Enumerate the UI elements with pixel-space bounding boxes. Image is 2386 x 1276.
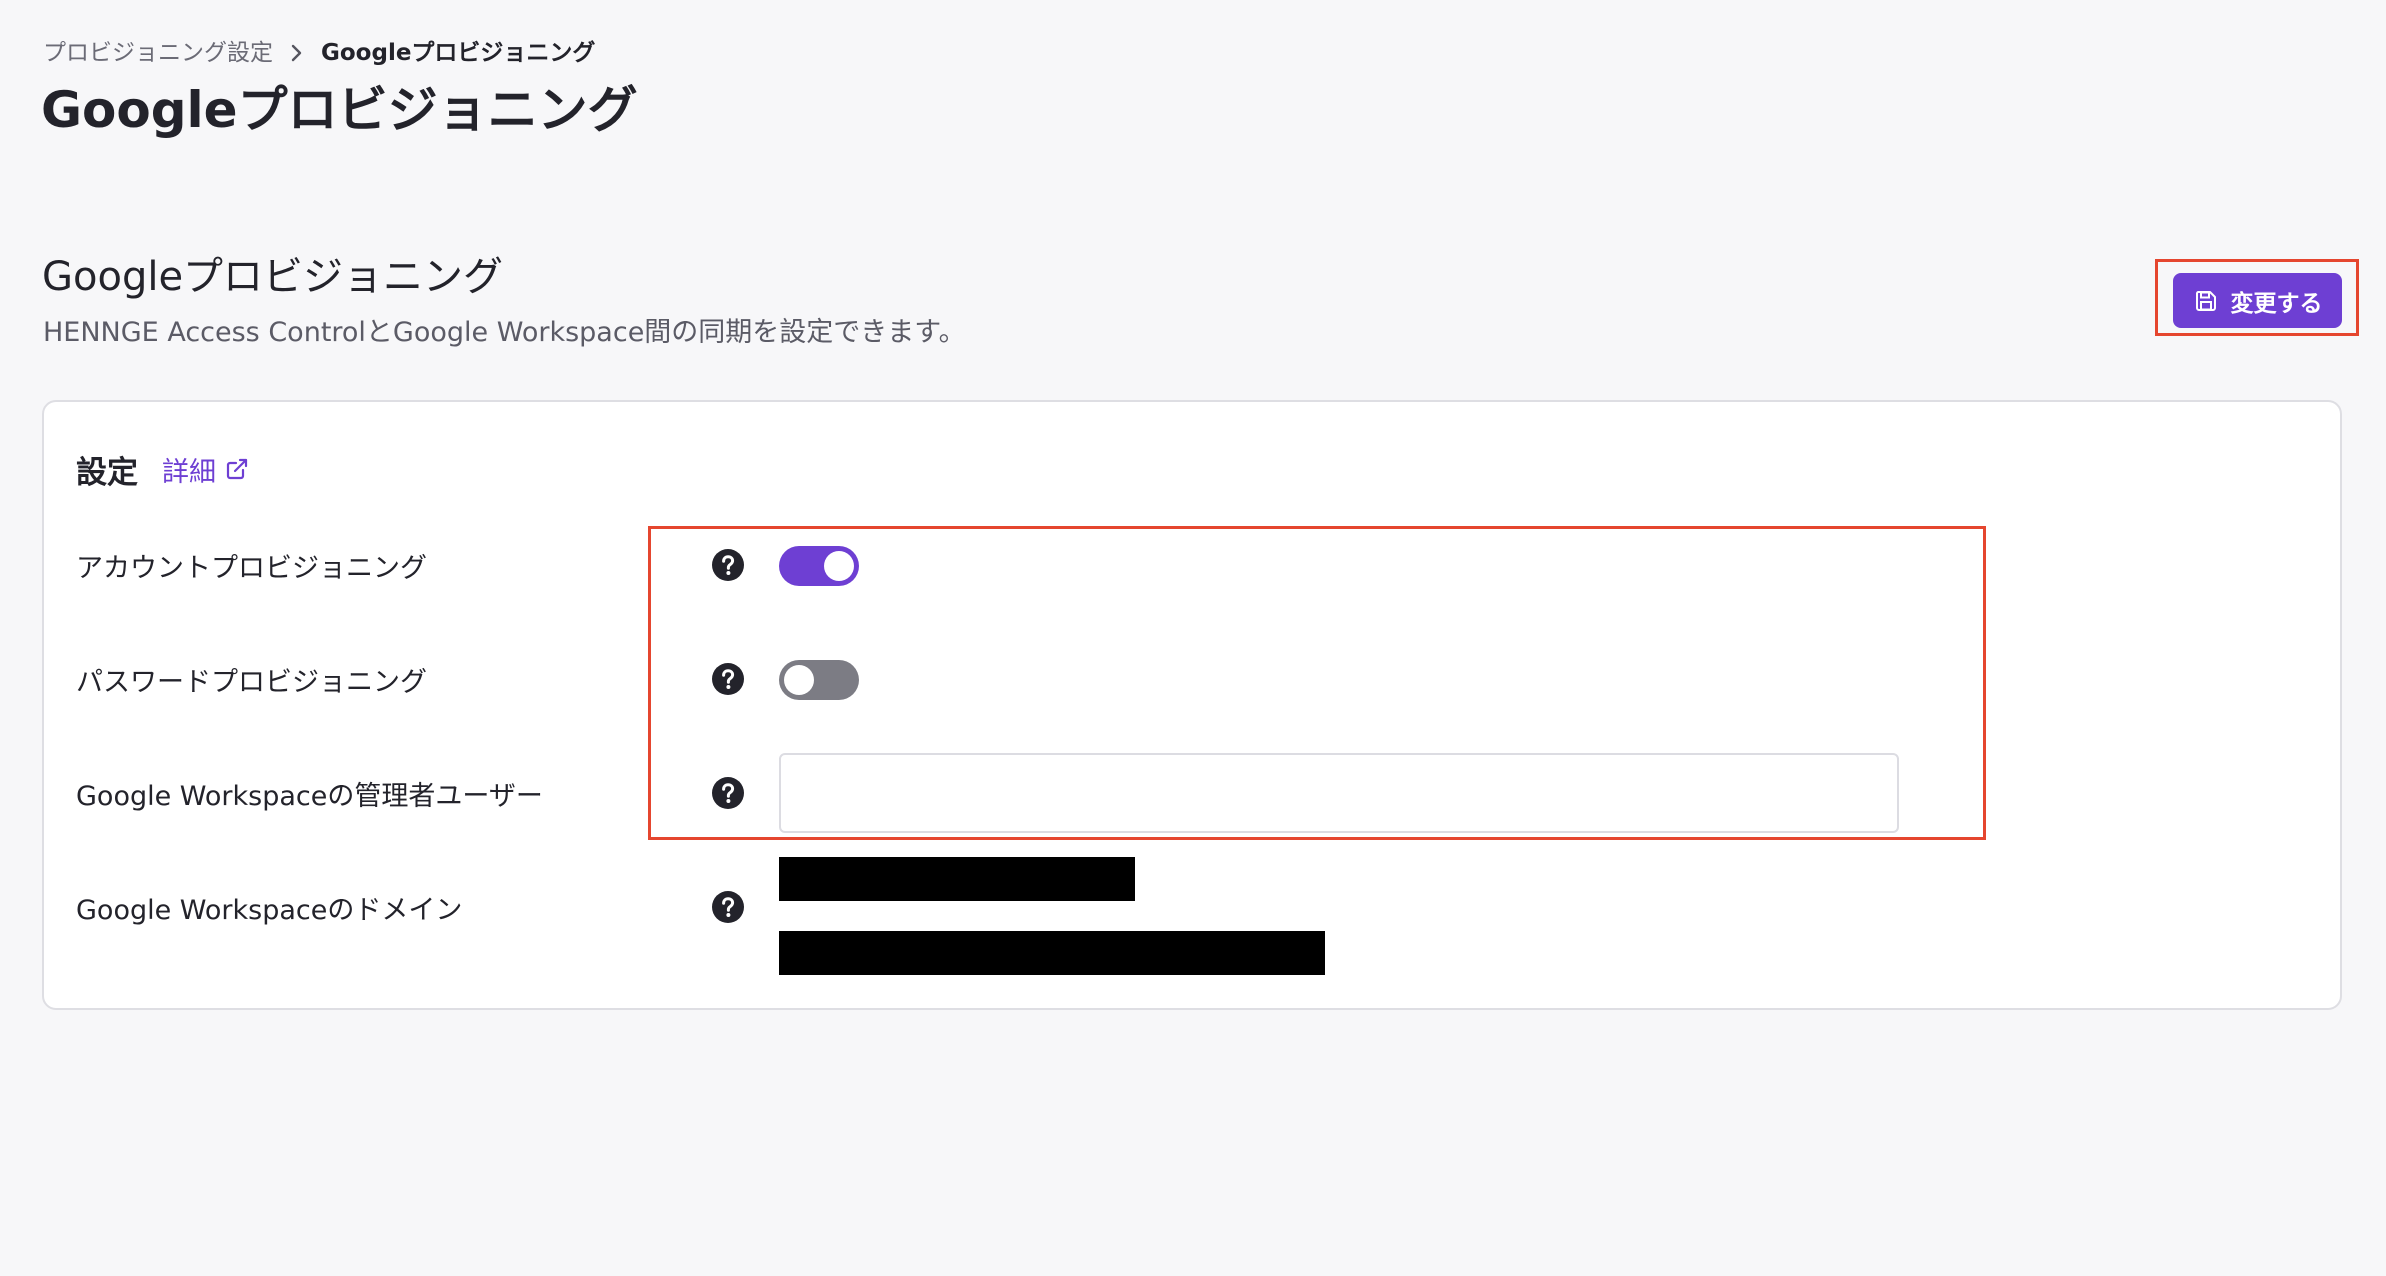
save-button-label: 変更する [2230,290,2323,317]
account-provisioning-toggle[interactable] [779,546,859,586]
external-link-icon [224,456,250,482]
admin-user-row: Google Workspaceの管理者ユーザー [44,753,2340,833]
settings-card-header: 設定 詳細 [76,444,250,494]
settings-card-title: 設定 [76,454,138,491]
password-provisioning-row: パスワードプロビジョニング [44,639,2340,719]
section-title: Googleプロビジョニング [42,254,504,300]
toggle-knob [824,551,854,581]
chevron-right-icon [279,36,315,70]
details-link[interactable]: 詳細 [162,450,250,489]
admin-user-input[interactable] [779,753,1899,833]
password-provisioning-label: パスワードプロビジョニング [76,666,427,698]
question-circle-icon[interactable] [710,661,746,697]
details-link-label: 詳細 [162,456,216,488]
section-description: HENNGE Access ControlとGoogle Workspace間の… [43,317,966,348]
account-provisioning-label: アカウントプロビジョニング [76,552,427,584]
save-button[interactable]: 変更する [2173,273,2342,328]
floppy-disk-icon [2193,288,2219,314]
redacted-domain-value [779,857,1135,901]
page-title: Googleプロビジョニング [41,81,638,139]
question-circle-icon[interactable] [710,775,746,811]
breadcrumb-current: Googleプロビジョニング [321,40,596,66]
admin-user-label: Google Workspaceの管理者ユーザー [76,780,543,812]
domain-label: Google Workspaceのドメイン [76,894,463,926]
account-provisioning-row: アカウントプロビジョニング [44,525,2340,605]
breadcrumb-provisioning-settings-link[interactable]: プロビジョニング設定 [43,36,273,70]
question-circle-icon[interactable] [710,547,746,583]
question-circle-icon[interactable] [710,889,746,925]
password-provisioning-toggle[interactable] [779,660,859,700]
toggle-knob [784,665,814,695]
settings-card: 設定 詳細 アカウントプロビジョニング パスワードプロビジョニング Google… [42,400,2342,1010]
breadcrumb: プロビジョニング設定 Googleプロビジョニング [43,36,595,70]
redacted-domain-value [779,931,1325,975]
